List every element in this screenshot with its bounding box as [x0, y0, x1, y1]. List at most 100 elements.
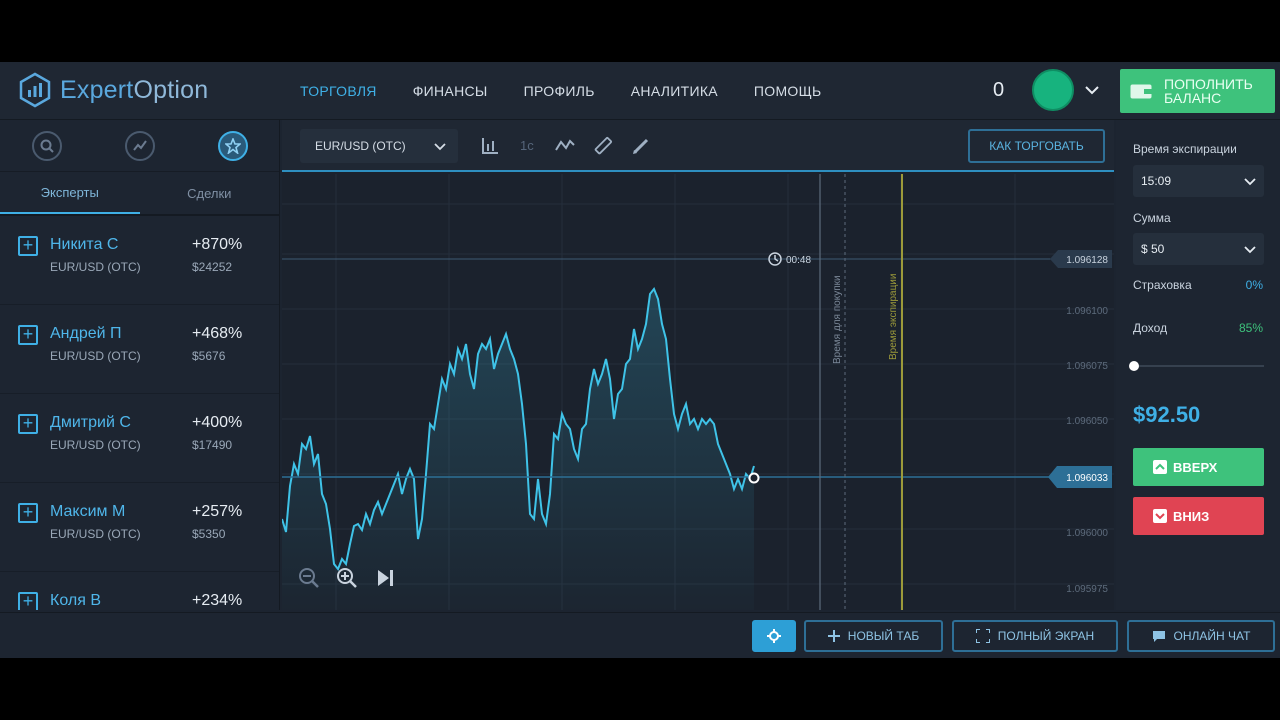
how-to-trade-button[interactable]: КАК ТОРГОВАТЬ	[968, 129, 1105, 163]
zoom-out-icon[interactable]	[297, 566, 321, 590]
up-label: ВВЕРХ	[1173, 459, 1218, 475]
chevron-down-icon	[434, 143, 446, 151]
balance-value: 0	[993, 79, 1005, 101]
fullscreen-label: ПОЛНЫЙ ЭКРАН	[997, 629, 1095, 643]
arrow-down-icon	[1153, 509, 1167, 523]
deposit-label: ПОПОЛНИТЬ БАЛАНС	[1164, 76, 1253, 106]
down-button[interactable]: ВНИЗ	[1133, 497, 1264, 535]
expert-percent: +234%	[192, 592, 243, 609]
tab-experts[interactable]: Эксперты	[0, 172, 140, 214]
expiry-value: 15:09	[1141, 174, 1172, 188]
bottom-bar: НОВЫЙ ТАБ ПОЛНЫЙ ЭКРАН ОНЛАЙН ЧАТ	[0, 612, 1280, 658]
expert-name: Коля В	[50, 592, 101, 609]
current-point	[748, 472, 760, 484]
expert-percent: +468%	[192, 325, 243, 342]
expert-pair: EUR/USD (OTC)	[50, 438, 141, 452]
avatar[interactable]	[1032, 69, 1074, 111]
online-chat-button[interactable]: ОНЛАЙН ЧАТ	[1127, 620, 1275, 652]
star-icon[interactable]	[217, 130, 248, 161]
logo-text: ExpertOption	[60, 75, 209, 104]
panel-icon-row	[0, 120, 279, 172]
pencil-icon[interactable]	[631, 136, 651, 156]
fullscreen-icon	[975, 629, 990, 643]
expert-row[interactable]: + Максим М EUR/USD (OTC) +257% $5350	[0, 483, 279, 572]
purchase-deadline-label: Время для покупки	[832, 275, 843, 364]
amount-label: Сумма	[1133, 211, 1171, 225]
skip-to-end-icon[interactable]	[373, 566, 397, 590]
expert-row[interactable]: + Андрей П EUR/USD (OTC) +468% $5676	[0, 305, 279, 394]
chevron-down-icon[interactable]	[1084, 82, 1100, 98]
nav-finance[interactable]: ФИНАНСЫ	[395, 62, 506, 120]
expiry-label: Время экспирации	[1133, 142, 1237, 156]
nav-trading[interactable]: ТОРГОВЛЯ	[282, 62, 395, 120]
amount-select[interactable]: $ 50	[1133, 233, 1264, 265]
expert-row[interactable]: + Дмитрий С EUR/USD (OTC) +400% $17490	[0, 394, 279, 483]
price-area-fill	[282, 289, 754, 610]
price-chart[interactable]: Время для покупки Время экспирации 1.09610…	[282, 174, 1114, 610]
insurance-label: Страховка	[1133, 278, 1192, 292]
expert-percent: +400%	[192, 414, 243, 431]
fullscreen-button[interactable]: ПОЛНЫЙ ЭКРАН	[952, 620, 1118, 652]
expert-percent: +257%	[192, 503, 243, 520]
nav-profile[interactable]: ПРОФИЛЬ	[506, 62, 613, 120]
asset-select[interactable]: EUR/USD (OTC)	[300, 129, 458, 163]
expiry-line-label: Время экспирации	[888, 274, 899, 360]
crosshair-icon	[767, 629, 781, 643]
nav-help[interactable]: ПОМОЩЬ	[736, 62, 840, 120]
search-analytics-icon[interactable]	[31, 130, 62, 161]
indicator-icon[interactable]	[555, 136, 575, 156]
zoom-in-icon[interactable]	[335, 566, 359, 590]
up-button[interactable]: ВВЕРХ	[1133, 448, 1264, 486]
income-value: $92.50	[1133, 402, 1201, 427]
expert-name: Никита С	[50, 236, 119, 253]
expert-row[interactable]: + Коля В +234%	[0, 572, 279, 610]
ruler-icon[interactable]	[593, 136, 613, 156]
expert-name: Максим М	[50, 503, 126, 520]
main-nav: ТОРГОВЛЯ ФИНАНСЫ ПРОФИЛЬ АНАЛИТИКА ПОМОЩ…	[282, 62, 840, 120]
tab-deals[interactable]: Сделки	[140, 172, 280, 214]
timer-label: 00:48	[786, 255, 811, 266]
insurance-slider-track[interactable]	[1133, 365, 1264, 367]
nav-analytics[interactable]: АНАЛИТИКА	[613, 62, 736, 120]
panel-tabs: Эксперты Сделки	[0, 172, 279, 216]
add-expert-button[interactable]: +	[18, 236, 38, 256]
expert-name: Андрей П	[50, 325, 122, 342]
logo[interactable]: ExpertOption	[18, 72, 208, 108]
online-chat-label: ОНЛАЙН ЧАТ	[1173, 629, 1251, 643]
expert-name: Дмитрий С	[50, 414, 131, 431]
expiry-select[interactable]: 15:09	[1133, 165, 1264, 197]
top-bar: ExpertOption ТОРГОВЛЯ ФИНАНСЫ ПРОФИЛЬ АН…	[0, 62, 1280, 120]
add-expert-button[interactable]: +	[18, 414, 38, 434]
expert-amount: $5350	[192, 527, 226, 541]
add-expert-button[interactable]: +	[18, 503, 38, 523]
trading-app: ExpertOption ТОРГОВЛЯ ФИНАНСЫ ПРОФИЛЬ АН…	[0, 62, 1280, 658]
expert-amount: $24252	[192, 260, 233, 274]
experts-panel: Эксперты Сделки + Никита С EUR/USD (OTC)…	[0, 120, 280, 610]
price-tick-label: 1.096000	[1066, 528, 1108, 539]
plus-icon	[827, 630, 840, 642]
price-tick-label: 1.096050	[1066, 416, 1108, 427]
indicators-icon[interactable]	[124, 130, 155, 161]
chart-type-icon[interactable]	[480, 136, 500, 156]
add-expert-button[interactable]: +	[18, 592, 38, 610]
new-tab-label: НОВЫЙ ТАБ	[847, 629, 920, 643]
expert-percent: +870%	[192, 236, 243, 253]
timeframe-selector[interactable]: 1с	[520, 138, 534, 153]
new-tab-button[interactable]: НОВЫЙ ТАБ	[804, 620, 943, 652]
chevron-down-icon	[1244, 246, 1256, 254]
add-expert-button[interactable]: +	[18, 325, 38, 345]
income-label: Доход	[1133, 321, 1168, 335]
income-percent: 85%	[1238, 321, 1263, 335]
current-price-label: 1.096033	[1066, 473, 1108, 484]
wallet-icon	[1130, 84, 1152, 99]
locate-button[interactable]	[752, 620, 796, 652]
deposit-button[interactable]: ПОПОЛНИТЬ БАЛАНС	[1120, 69, 1275, 113]
expert-pair: EUR/USD (OTC)	[50, 349, 141, 363]
price-tick-label: 1.096100	[1066, 306, 1108, 317]
expert-row[interactable]: + Никита С EUR/USD (OTC) +870% $24252	[0, 216, 279, 305]
amount-value: $ 50	[1141, 242, 1165, 256]
insurance-value: 0%	[1245, 278, 1263, 292]
expert-amount: $17490	[192, 438, 233, 452]
expert-pair: EUR/USD (OTC)	[50, 260, 141, 274]
insurance-slider-handle[interactable]	[1129, 361, 1139, 371]
